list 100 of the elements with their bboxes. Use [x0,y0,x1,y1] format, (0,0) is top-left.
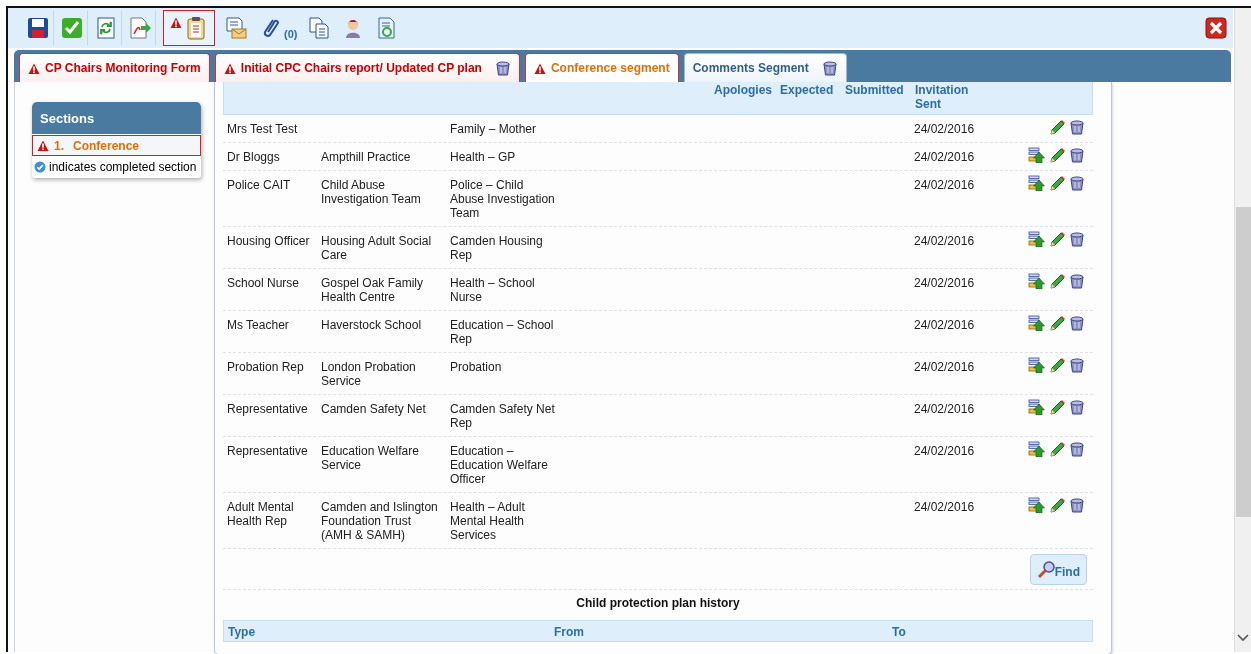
table-cell-text: Camden Safety Net [320,402,427,418]
table-cell-text: Health – School Nurse [450,276,536,304]
warning-icon [223,62,236,74]
tab[interactable]: CP Chairs Monitoring Form [19,53,210,82]
letter-icon [224,16,248,40]
chevron-down-icon[interactable] [1237,633,1249,642]
table-cell-text: Haverstock School [320,318,423,334]
table-cell-text: 24/02/2016 [913,360,976,376]
table-cell-text: Housing Adult Social Care [320,234,433,262]
table-cell-text: Ms Teacher [226,318,290,334]
tab[interactable]: Initial CPC Chairs report/ Updated CP plan [214,53,520,82]
trash-icon[interactable] [1069,399,1085,416]
table-cell-text: 24/02/2016 [913,500,976,516]
section-heading: Child protection plan history [575,595,741,612]
promote-icon[interactable] [1028,399,1045,415]
table-cell-text: 24/02/2016 [913,234,976,250]
table-cell-text: Child Abuse Investigation Team [320,178,422,208]
tab[interactable]: Comments Segment [683,53,847,82]
pencil-icon[interactable] [1049,119,1065,135]
column-header: Apologies [713,83,773,97]
find-button[interactable]: Find [1029,554,1087,585]
column-header: Type [227,624,257,641]
table-cell-text: Education – School Rep [450,318,555,346]
trash-icon[interactable] [1069,147,1085,164]
pencil-icon[interactable] [1049,497,1065,513]
table-cell-text: Ampthill Practice [320,150,412,164]
warning-icon [533,62,546,74]
warning-icon [28,62,40,74]
trash-icon[interactable] [1069,357,1085,374]
table-cell-text: 24/02/2016 [913,318,976,334]
table-cell-text: Camden and Islington Foundation Trust (AMH & SAMH) [320,500,439,542]
legend-text: indicates completed section [49,160,197,174]
scrollbar-thumb[interactable] [1235,207,1251,517]
column-header: Submitted [844,83,905,97]
promote-icon[interactable] [1028,175,1045,191]
warning-icon [37,140,49,151]
pencil-icon[interactable] [1049,175,1065,191]
pencil-icon[interactable] [1049,147,1065,163]
table-cell-text: 24/02/2016 [913,150,976,164]
trash-icon[interactable] [1069,119,1085,136]
table-cell-text: School Nurse [226,276,301,292]
check-icon [60,16,84,40]
copy-icon [307,16,332,40]
pencil-icon[interactable] [1049,273,1065,289]
search-icon [1036,560,1055,579]
pencil-icon[interactable] [1049,399,1065,415]
table-cell-text: Camden Housing Rep [450,234,544,262]
promote-icon[interactable] [1028,315,1045,331]
column-header: Expected [779,83,835,97]
table-cell-text: Family – Mother [450,122,538,136]
scrollbar[interactable] [1234,8,1251,652]
trash-icon[interactable] [821,59,838,77]
table-cell-text: Education Welfare Service [320,444,420,474]
form-button[interactable] [163,10,215,46]
pencil-icon[interactable] [1049,441,1065,457]
promote-icon[interactable] [1028,357,1045,373]
table-cell-text: 24/02/2016 [913,276,976,292]
column-header: To [891,624,907,641]
section-item[interactable]: 1. Conference [32,135,201,156]
table-cell-text: 24/02/2016 [913,444,976,460]
trash-icon[interactable] [1069,315,1085,332]
table-cell-text: Representative [226,444,309,460]
attachment-button[interactable]: (0) [254,10,302,46]
pencil-icon[interactable] [1049,357,1065,373]
trash-icon[interactable] [1069,175,1085,192]
table-cell-text: 24/02/2016 [913,178,976,194]
table-cell-text: Police CAIT [226,178,292,194]
table-cell-text: Dr Bloggs [226,150,281,164]
close-icon[interactable] [1205,17,1227,39]
table-cell-text: Health – GP [450,150,517,164]
refresh-icon [94,16,118,40]
trash-icon[interactable] [1069,231,1085,248]
table-cell: Police – Child Abuse Investigation Team [450,178,556,220]
pencil-icon[interactable] [1049,231,1065,247]
table-cell-text: Adult Mental Health Rep [226,500,295,530]
table-cell-text: Gospel Oak Family Health Centre [320,276,425,304]
table-cell-text: Probation Rep [226,360,305,376]
table-cell-text: Health – Adult Mental Health Services [450,500,526,542]
trash-icon[interactable] [1069,497,1085,514]
promote-icon[interactable] [1028,147,1045,163]
table-cell-text: 24/02/2016 [913,122,976,136]
table-cell-text: Mrs Test Test [226,122,299,136]
column-header: From [553,624,585,641]
tab[interactable]: Conference segment [524,53,679,82]
promote-icon[interactable] [1028,273,1045,289]
table-cell-text: Probation [450,360,503,374]
pdf-export-icon [128,16,152,40]
trash-icon[interactable] [1069,273,1085,290]
table-cell-text: Housing Officer [226,234,311,250]
trash-icon[interactable] [494,59,511,77]
promote-icon[interactable] [1028,441,1045,457]
promote-icon[interactable] [1028,497,1045,513]
trash-icon[interactable] [1069,441,1085,458]
pencil-icon[interactable] [1049,315,1065,331]
warning-icon [170,17,182,28]
table-cell: Camden Safety Net Rep [450,402,556,430]
table-cell-text: Representative [226,402,309,418]
table-cell-text: Education – Education Welfare Officer [450,444,549,486]
promote-icon[interactable] [1028,231,1045,247]
panel-title: Sections [32,102,201,134]
